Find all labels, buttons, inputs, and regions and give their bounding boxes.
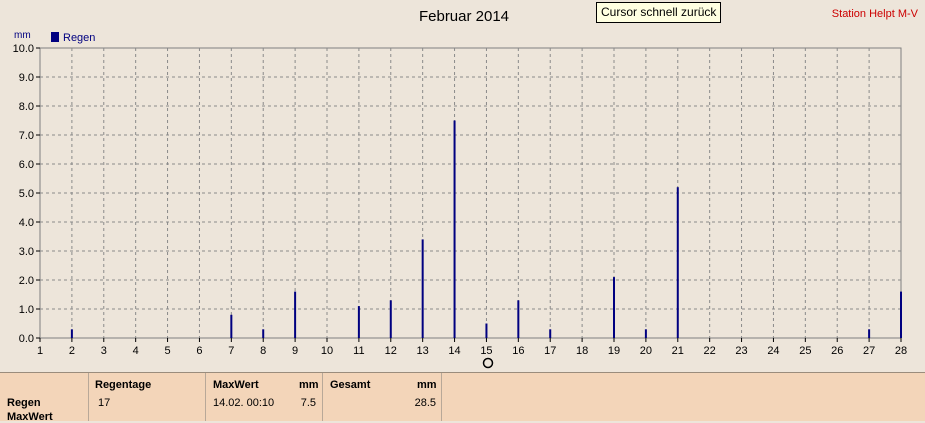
maxwert-label: MaxWert [213, 379, 259, 391]
y-tick-label: 6.0 [19, 159, 34, 171]
x-tick-label: 17 [544, 345, 556, 357]
x-tick-label: 18 [576, 345, 588, 357]
y-tick-label: 4.0 [19, 217, 34, 229]
x-tick-label: 15 [480, 345, 492, 357]
rain-chart: Februar 2014 Station Helpt M-V mm Regen … [13, 8, 919, 369]
x-tick-label: 26 [831, 345, 843, 357]
y-tick-label: 2.0 [19, 275, 34, 287]
x-tick-label: 9 [292, 345, 298, 357]
cursor-marker[interactable] [482, 357, 494, 369]
regentage-label: Regentage [95, 379, 152, 391]
bar-regen[interactable] [900, 291, 902, 338]
y-tick-label: 10.0 [13, 43, 34, 55]
cursor-tooltip: Cursor schnell zurück [596, 2, 722, 23]
x-tick-label: 22 [704, 345, 716, 357]
stats-panel: Regen MaxWert Regentage 17 MaxWert mm 14… [0, 372, 925, 423]
bar-regen[interactable] [357, 306, 360, 338]
y-tick-label: 3.0 [19, 246, 34, 258]
bar-regen[interactable] [262, 329, 265, 338]
x-tick-label: 24 [767, 345, 779, 357]
x-axis-ticks: 1 2 3 4 5 6 7 8 9 10 11 12 13 14 15 16 17 18 19 20 21 22 23 24 2… [37, 338, 907, 357]
x-tick-label: 7 [228, 345, 234, 357]
x-tick-label: 11 [353, 345, 364, 357]
x-tick-label: 5 [164, 345, 170, 357]
stats-cell-empty [441, 373, 925, 421]
y-tick-label: 8.0 [19, 101, 34, 113]
y-axis-ticks: 0.0 1.0 2.0 3.0 4.0 5.0 6.0 7.0 8.0 9.0 10.0 [13, 43, 40, 345]
bar-regen[interactable] [613, 277, 615, 338]
stats-row-maxwert: MaxWert [7, 411, 53, 423]
bar-regen[interactable] [676, 187, 679, 338]
maxwert-value: 7.5 [300, 397, 316, 409]
x-tick-label: 25 [799, 345, 811, 357]
x-tick-label: 14 [448, 345, 460, 357]
chart-title: Februar 2014 [419, 8, 509, 25]
gesamt-unit: mm [417, 379, 437, 391]
bar-regen[interactable] [517, 300, 520, 338]
x-tick-label: 21 [672, 345, 684, 357]
x-tick-label: 27 [863, 345, 875, 357]
y-tick-label: 9.0 [19, 72, 34, 84]
x-tick-label: 20 [640, 345, 652, 357]
gesamt-label: Gesamt [330, 379, 371, 391]
maxwert-date: 14.02. 00:10 [213, 397, 275, 409]
bar-regen[interactable] [644, 329, 647, 338]
x-tick-label: 8 [260, 345, 266, 357]
y-tick-label: 1.0 [19, 304, 34, 316]
x-tick-label: 28 [895, 345, 907, 357]
station-name: Station Helpt M-V [832, 8, 919, 20]
x-tick-label: 16 [512, 345, 524, 357]
plot-area[interactable] [39, 47, 902, 339]
legend-swatch [51, 32, 59, 42]
bar-regen[interactable] [485, 323, 488, 339]
x-tick-label: 1 [37, 345, 43, 357]
x-tick-label: 4 [133, 345, 139, 357]
regentage-value: 17 [98, 397, 111, 409]
stats-row-regen: Regen [7, 397, 41, 409]
y-tick-label: 5.0 [19, 188, 34, 200]
x-tick-label: 10 [321, 345, 333, 357]
stats-cell-maxwert: MaxWert mm 14.02. 00:10 7.5 [205, 373, 322, 421]
stats-cell-gesamt: Gesamt mm 28.5 [322, 373, 441, 421]
bar-regen[interactable] [453, 120, 456, 339]
bar-regen[interactable] [868, 329, 871, 338]
bar-regen[interactable] [549, 329, 552, 338]
bar-regen[interactable] [421, 239, 424, 338]
bar-regen[interactable] [70, 329, 73, 338]
x-tick-label: 23 [735, 345, 747, 357]
legend-label[interactable]: Regen [63, 32, 95, 44]
y-tick-label: 7.0 [19, 130, 34, 142]
bar-regen[interactable] [389, 300, 392, 338]
maxwert-unit: mm [299, 379, 319, 391]
gesamt-value: 28.5 [414, 397, 436, 409]
bar-regen[interactable] [294, 291, 297, 338]
x-tick-label: 12 [385, 345, 397, 357]
y-unit-label: mm [14, 30, 31, 41]
x-tick-label: 19 [608, 345, 620, 357]
stats-cell-regentage: Regentage 17 [88, 373, 205, 421]
bar-regen[interactable] [230, 314, 233, 338]
x-tick-label: 3 [101, 345, 107, 357]
x-tick-label: 13 [417, 345, 429, 357]
y-tick-label: 0.0 [19, 333, 34, 345]
x-tick-label: 6 [196, 345, 202, 357]
x-tick-label: 2 [69, 345, 75, 357]
